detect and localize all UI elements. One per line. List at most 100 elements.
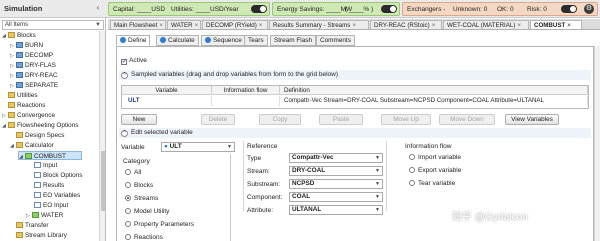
top-status-bar: Simulation ‹ Capital: ____USD Utilities:… xyxy=(0,0,600,18)
tree-item-calculator[interactable]: ◢ Calculator xyxy=(10,141,54,150)
tree-item-block-options[interactable]: Block Options xyxy=(34,171,82,180)
ref-attribute-label: Attribute: xyxy=(247,207,274,214)
radio-category-property-parameters[interactable]: Property Parameters xyxy=(125,221,194,228)
doctab-decomp[interactable]: DECOMP (RYield) × xyxy=(202,20,268,29)
folder-icon xyxy=(8,102,15,108)
tab-sequence[interactable]: Sequence xyxy=(201,35,246,46)
close-icon[interactable]: × xyxy=(517,22,521,29)
collapse-icon[interactable]: ^ xyxy=(121,72,128,79)
radio-icon xyxy=(125,169,131,175)
radio-category-model-utility[interactable]: Model Utility xyxy=(125,208,169,215)
tree-item-stream-library[interactable]: Stream Library xyxy=(10,231,67,240)
form-scrollbar[interactable] xyxy=(594,46,600,241)
active-checkbox[interactable]: ✔ xyxy=(121,59,127,65)
status-complete-icon xyxy=(205,37,211,43)
move-down-button[interactable]: Move Down xyxy=(439,114,495,125)
radio-category-streams[interactable]: Streams xyxy=(125,195,158,202)
sampled-variables-header[interactable]: ^ Sampled variables (drag and drop variab… xyxy=(119,70,591,80)
tree-item-convergence[interactable]: ▷ Convergence xyxy=(2,111,55,120)
tree-item-utilities[interactable]: Utilities xyxy=(2,91,38,100)
edit-selected-header[interactable]: ^ Edit selected variable xyxy=(119,128,591,138)
cost-toggle[interactable] xyxy=(251,5,267,13)
ref-type-select[interactable]: Compattr-Vec ▼ xyxy=(289,153,383,163)
status-complete-icon: ● xyxy=(164,143,168,150)
grid-cell-info-flow[interactable] xyxy=(212,96,280,106)
tab-comments[interactable]: Comments xyxy=(316,35,355,46)
view-variables-button[interactable]: View Variables xyxy=(505,114,559,125)
tree-item-dry-reac[interactable]: ▷ DRY-REAC xyxy=(10,71,58,80)
nav-scroll-thumb[interactable] xyxy=(101,151,105,211)
doctab-main-flowsheet[interactable]: Main Flowsheet × xyxy=(110,20,166,29)
block-icon xyxy=(16,42,23,48)
grid-cell-variable[interactable]: ULT xyxy=(122,96,212,106)
active-label: Active xyxy=(129,57,147,64)
radio-category-blocks[interactable]: Blocks xyxy=(125,182,153,189)
ref-stream-select[interactable]: DRY-COAL ▼ xyxy=(289,166,383,176)
tab-stream-flash[interactable]: Stream Flash xyxy=(270,35,317,46)
close-icon[interactable]: × xyxy=(159,22,163,29)
exchangers-toggle[interactable] xyxy=(561,5,577,13)
grid-cell-definition[interactable]: Compattr-Vec Stream=DRY-COAL Substream=N… xyxy=(280,96,588,106)
energy-panel: Energy Savings: ____MW ( ____% ) xyxy=(272,2,400,16)
close-icon[interactable]: × xyxy=(432,22,436,29)
ref-substream-select[interactable]: NCPSD ▼ xyxy=(289,179,383,189)
paste-button[interactable]: Paste xyxy=(319,114,363,125)
chevron-down-icon: ▼ xyxy=(375,207,380,213)
tree-item-eo-variables[interactable]: EO Variables xyxy=(34,191,80,200)
doctab-combust[interactable]: COMBUST × xyxy=(530,20,582,29)
radio-export-variable[interactable]: Export variable xyxy=(409,167,461,174)
radio-category-all[interactable]: All xyxy=(125,169,141,176)
radio-icon xyxy=(125,208,131,214)
copy-button[interactable]: Copy xyxy=(259,114,301,125)
tree-item-eo-input[interactable]: EO Input xyxy=(34,201,68,210)
close-icon[interactable]: × xyxy=(352,22,356,29)
tree-item-flowsheeting-options[interactable]: ◢ Flowsheeting Options xyxy=(2,121,78,130)
tree-item-blocks[interactable]: ◢ Blocks xyxy=(2,31,36,40)
collapse-icon[interactable]: ^ xyxy=(121,130,128,137)
radio-category-reactions[interactable]: Reactions xyxy=(125,234,163,241)
ref-component-select[interactable]: COAL ▼ xyxy=(289,192,383,202)
energy-toggle[interactable] xyxy=(381,5,397,13)
radio-import-variable[interactable]: Import variable xyxy=(409,154,461,161)
tree-item-design-specs[interactable]: Design Specs xyxy=(10,131,64,140)
nav-filter-dropdown[interactable]: All Items ▼ xyxy=(2,20,104,30)
move-up-button[interactable]: Move Up xyxy=(381,114,431,125)
radio-tear-variable[interactable]: Tear variable xyxy=(409,180,455,187)
radio-icon xyxy=(125,221,131,227)
tree-item-burn[interactable]: ▷ BURN xyxy=(10,41,43,50)
cost-panel: Capital: ____USD Utilities: ____USD/Year xyxy=(108,2,270,16)
tree-item-combust[interactable]: ◢ COMBUST xyxy=(18,151,82,160)
radio-icon xyxy=(409,154,415,160)
tree-item-decomp[interactable]: ▷ DECOMP xyxy=(10,51,53,60)
doctab-dry-reac[interactable]: DRY-REAC (RStoic) × xyxy=(370,20,442,29)
nav-title: Simulation xyxy=(4,4,43,13)
chevron-down-icon: ▼ xyxy=(375,155,380,161)
doctab-results-summary[interactable]: Results Summary - Streams × xyxy=(269,20,369,29)
delete-button[interactable]: Delete xyxy=(201,114,235,125)
new-button[interactable]: New xyxy=(121,114,157,125)
folder-icon xyxy=(8,92,15,98)
active-checkbox-row[interactable]: ✔ Active xyxy=(121,57,147,65)
tree-item-water[interactable]: ▷ WATER xyxy=(26,211,63,220)
ref-attribute-select[interactable]: ULTANAL ▼ xyxy=(289,205,383,215)
tab-tears[interactable]: Tears xyxy=(244,35,268,46)
close-icon[interactable]: × xyxy=(195,22,199,29)
nav-scrollbar[interactable] xyxy=(99,31,105,241)
variable-select[interactable]: ● ULT ▼ xyxy=(161,142,235,152)
navigation-pane: All Items ▼ ◢ Blocks ▷ BURN ▷ DECOMP ▷ DRY-F… xyxy=(0,18,106,241)
tree-item-separate[interactable]: ▷ SEPARATE xyxy=(10,81,58,90)
tree-item-dry-flas[interactable]: ▷ DRY-FLAS xyxy=(10,61,56,70)
tree-item-results[interactable]: Results xyxy=(34,181,64,190)
collapse-pane-icon[interactable]: ‹ xyxy=(93,3,103,13)
grid-button-row: New Delete Copy Paste Move Up Move Down … xyxy=(121,114,591,126)
tree-item-input[interactable]: Input xyxy=(34,161,57,170)
tab-define[interactable]: Define xyxy=(116,35,151,46)
close-icon[interactable]: × xyxy=(567,22,571,29)
tree-item-reactions[interactable]: Reactions xyxy=(2,101,45,110)
tree-item-transfer[interactable]: Transfer xyxy=(10,221,49,230)
close-icon[interactable]: × xyxy=(259,22,263,29)
doctab-water[interactable]: WATER × xyxy=(167,20,201,29)
tab-calculate[interactable]: Calculate xyxy=(156,35,199,46)
doctab-wet-coal[interactable]: WET-COAL (MATERIAL) × xyxy=(443,20,529,29)
gear-icon[interactable]: ⚙ xyxy=(584,4,594,14)
